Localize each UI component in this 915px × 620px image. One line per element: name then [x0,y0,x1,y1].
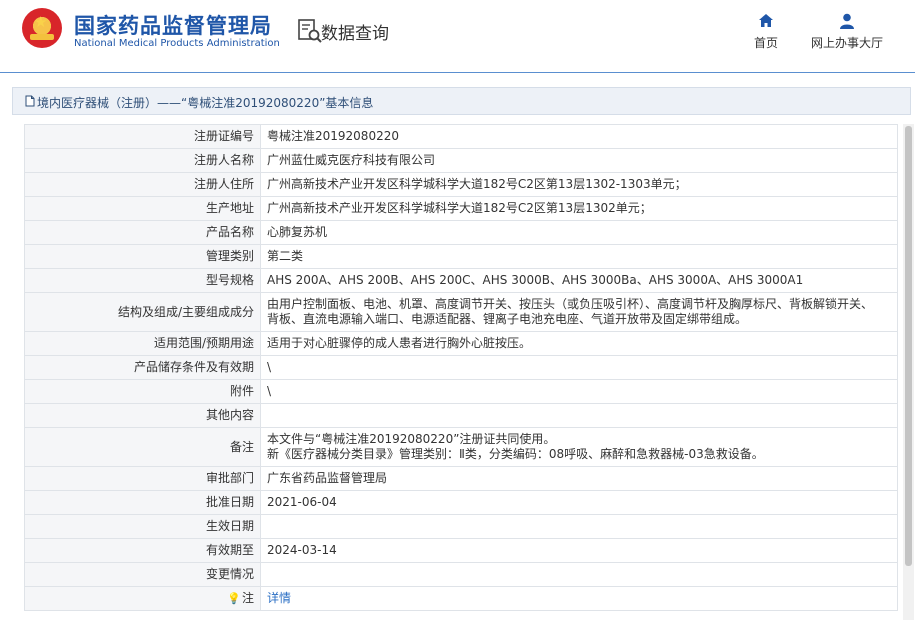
row-label: 审批部门 [24,466,261,491]
row-value-line: 新《医疗器械分类目录》管理类别：Ⅱ类，分类编码：08呼吸、麻醉和急救器械-03急… [267,447,764,461]
data-query-label: 数据查询 [321,24,389,44]
table-row: 适用范围/预期用途 适用于对心脏骤停的成人患者进行胸外心脏按压。 [24,331,898,356]
row-label: 结构及组成/主要组成成分 [24,292,261,332]
nav-home-label: 首页 [753,36,778,50]
nav-online-office-label: 网上办事大厅 [810,36,883,50]
vertical-scrollbar[interactable] [903,124,914,620]
row-value: 2024-03-14 [260,538,898,563]
row-label: 型号规格 [24,268,261,293]
row-value: 心肺复苏机 [260,220,898,245]
row-value: 适用于对心脏骤停的成人患者进行胸外心脏按压。 [260,331,898,356]
row-label: 生效日期 [24,514,261,539]
row-value: 广东省药品监督管理局 [260,466,898,491]
nav-home[interactable]: 首页 [750,12,782,51]
breadcrumb: 境内医疗器械（注册）——“粤械注准20192080220”基本信息 [12,87,911,115]
row-label: 注册证编号 [24,124,261,149]
table-row: 型号规格 AHS 200A、AHS 200B、AHS 200C、AHS 3000B… [24,268,898,293]
table-row: 💡注 详情 [24,586,898,611]
table-row: 备注 本文件与“粤械注准20192080220”注册证共同使用。 新《医疗器械分类目… [24,427,898,467]
table-row: 注册证编号 粤械注准20192080220 [24,124,898,149]
table-row: 注册人名称 广州蓝仕威克医疗科技有限公司 [24,148,898,173]
row-value: 2021-06-04 [260,490,898,515]
document-icon [25,95,35,107]
table-row: 生产地址 广州高新技术产业开发区科学城科学大道182号C2区第13层1302单元； [24,196,898,221]
national-emblem-icon: ★ [22,8,62,48]
row-label: 其他内容 [24,403,261,428]
row-value: 第二类 [260,244,898,269]
row-label: 适用范围/预期用途 [24,331,261,356]
row-label: 有效期至 [24,538,261,563]
row-value: 广州蓝仕威克医疗科技有限公司 [260,148,898,173]
row-value: 本文件与“粤械注准20192080220”注册证共同使用。 新《医疗器械分类目录》… [260,427,898,467]
row-value: 详情 [260,586,898,611]
table-row: 产品储存条件及有效期 \ [24,355,898,380]
row-label: 注册人名称 [24,148,261,173]
table-row: 有效期至 2024-03-14 [24,538,898,563]
row-label: 产品储存条件及有效期 [24,355,261,380]
row-value: \ [260,355,898,380]
site-title[interactable]: 国家药品监督管理局 [74,10,272,40]
row-label: 管理类别 [24,244,261,269]
row-label: 生产地址 [24,196,261,221]
table-row: 结构及组成/主要组成成分 由用户控制面板、电池、机罩、高度调节开关、按压头（或负压… [24,292,898,332]
row-value: AHS 200A、AHS 200B、AHS 200C、AHS 3000B、AHS… [260,268,898,293]
breadcrumb-text: 境内医疗器械（注册）——“粤械注准20192080220”基本信息 [37,96,374,110]
document-search-icon [298,19,322,43]
row-label: 批准日期 [24,490,261,515]
details-link[interactable]: 详情 [267,591,291,605]
table-row: 注册人住所 广州高新技术产业开发区科学城科学大道182号C2区第13层1302-1… [24,172,898,197]
note-label-cell: 💡注 [24,586,261,611]
table-row: 变更情况 [24,562,898,587]
row-label: 注 [241,591,254,605]
table-row: 管理类别 第二类 [24,244,898,269]
table-row: 产品名称 心肺复苏机 [24,220,898,245]
user-icon [840,13,854,29]
row-value-line: 本文件与“粤械注准20192080220”注册证共同使用。 [267,432,556,446]
row-value-line: 由用户控制面板、电池、机罩、高度调节开关、按压头（或负压吸引杯）、高度调节杆及胸… [267,297,874,311]
row-value: 广州高新技术产业开发区科学城科学大道182号C2区第13层1302单元； [260,196,898,221]
row-value [260,562,898,587]
row-value: 粤械注准20192080220 [260,124,898,149]
row-value [260,514,898,539]
table-row: 审批部门 广东省药品监督管理局 [24,466,898,491]
row-value: \ [260,379,898,404]
site-title-english[interactable]: National Medical Products Administration [74,38,280,49]
row-value: 广州高新技术产业开发区科学城科学大道182号C2区第13层1302-1303单元… [260,172,898,197]
bulb-icon: 💡 [227,592,241,605]
row-value [260,403,898,428]
row-label: 变更情况 [24,562,261,587]
table-row: 附件 \ [24,379,898,404]
table-row: 生效日期 [24,514,898,539]
table-row: 批准日期 2021-06-04 [24,490,898,515]
nav-online-office[interactable]: 网上办事大厅 [808,12,886,51]
row-label: 注册人住所 [24,172,261,197]
registration-detail-table: 注册证编号 粤械注准20192080220 注册人名称 广州蓝仕威克医疗科技有限公司… [24,124,898,611]
row-value-line: 背板、直流电源输入端口、电源适配器、锂离子电池充电座、气道开放带及固定绑带组成。 [267,312,748,326]
table-row: 其他内容 [24,403,898,428]
home-icon [759,14,773,27]
scrollbar-thumb[interactable] [905,126,912,566]
row-label: 产品名称 [24,220,261,245]
row-value: 由用户控制面板、电池、机罩、高度调节开关、按压头（或负压吸引杯）、高度调节杆及胸… [260,292,898,332]
site-header: ★ 国家药品监督管理局 National Medical Products Ad… [0,0,915,73]
row-label: 备注 [24,427,261,467]
row-label: 附件 [24,379,261,404]
